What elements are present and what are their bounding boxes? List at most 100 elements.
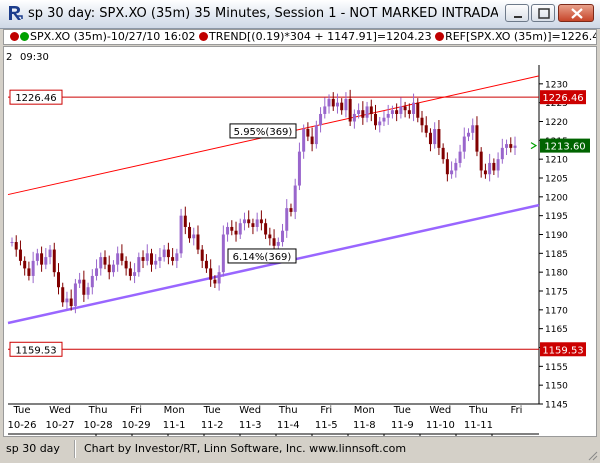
- price-bar: [179, 215, 183, 254]
- y-tick-label: 1170: [545, 306, 568, 316]
- price-bar: [90, 275, 94, 288]
- corner-label-left: 2: [6, 52, 12, 63]
- price-bar: [14, 242, 18, 250]
- price-bar: [492, 162, 496, 171]
- price-bar: [226, 226, 230, 235]
- price-bar: [276, 242, 280, 246]
- price-bar: [221, 234, 225, 273]
- price-bar: [500, 147, 504, 160]
- price-chart-canvas[interactable]: 1145115011551160116511701175118011851190…: [4, 47, 596, 436]
- price-bar: [306, 129, 310, 137]
- price-bar: [69, 298, 73, 307]
- reference-label: 1159.53: [15, 345, 56, 356]
- price-bar: [386, 113, 390, 118]
- price-bar: [403, 106, 407, 111]
- investor-rt-logo-icon: [9, 6, 23, 20]
- price-bar: [56, 272, 60, 288]
- price-bar: [462, 136, 466, 152]
- price-bar: [505, 144, 509, 148]
- price-bar: [293, 185, 297, 212]
- price-bar: [175, 253, 179, 261]
- price-bar: [133, 272, 137, 276]
- price-bar: [78, 279, 82, 284]
- price-bar: [365, 106, 369, 118]
- app-window: sp 30 day: SPX.XO (35m) 35 Minutes, Sess…: [0, 0, 600, 463]
- corner-label-time: 09:30: [20, 52, 49, 63]
- price-bar: [48, 249, 52, 258]
- price-bar: [289, 208, 293, 212]
- price-bar: [437, 129, 441, 148]
- resize-grip-icon[interactable]: [586, 449, 598, 461]
- price-bar: [323, 106, 327, 114]
- price-bar: [319, 113, 323, 126]
- price-bar: [496, 159, 500, 171]
- reference-axis-label: 1226.46: [542, 93, 583, 104]
- price-bar: [340, 102, 344, 111]
- price-bar: [73, 283, 77, 307]
- day-date-label: 11-3: [239, 420, 262, 431]
- price-bar: [10, 242, 14, 244]
- price-bar: [361, 110, 365, 118]
- minimize-button[interactable]: [505, 4, 529, 22]
- window-title: sp 30 day: SPX.XO (35m) 35 Minutes, Sess…: [28, 6, 498, 21]
- trend-percent-label-upper: 5.95%(369): [234, 127, 293, 138]
- red-dot-icon: [199, 32, 208, 41]
- y-tick-label: 1200: [545, 193, 568, 203]
- price-bar: [285, 208, 289, 231]
- price-bar: [475, 125, 479, 152]
- price-bar: [86, 287, 90, 295]
- price-bar: [217, 272, 221, 284]
- price-bar: [488, 162, 492, 175]
- price-bar: [483, 170, 487, 175]
- symbol-readout: SPX.XO (35m)-10/27/10 16:02: [30, 30, 196, 43]
- price-bar: [374, 113, 378, 126]
- price-bar: [272, 238, 276, 246]
- day-date-label: 11-4: [277, 420, 300, 431]
- price-bar: [238, 223, 242, 235]
- price-bar: [441, 147, 445, 160]
- price-bar: [44, 257, 48, 265]
- green-dot-icon: [20, 32, 29, 41]
- price-bar: [192, 234, 196, 239]
- y-tick-label: 1180: [545, 269, 568, 279]
- price-bar: [352, 113, 356, 122]
- day-date-label: 11-8: [353, 420, 376, 431]
- price-bar: [52, 249, 56, 273]
- y-tick-label: 1150: [545, 382, 568, 392]
- day-name-label: Fri: [510, 405, 522, 416]
- title-bar[interactable]: sp 30 day: SPX.XO (35m) 35 Minutes, Sess…: [0, 0, 600, 29]
- maximize-button[interactable]: [531, 4, 555, 22]
- price-bar: [35, 253, 39, 261]
- day-name-label: Tue: [393, 405, 411, 416]
- price-bar: [302, 129, 306, 152]
- price-bar: [137, 257, 141, 273]
- price-bar: [158, 257, 162, 261]
- price-bar: [390, 110, 394, 114]
- red-dot-icon: [435, 32, 445, 41]
- day-date-label: 10-28: [84, 420, 113, 431]
- price-bar: [188, 226, 192, 239]
- red-dot-icon: [10, 32, 19, 41]
- maximize-icon: [538, 8, 550, 19]
- price-bar: [255, 219, 259, 227]
- day-date-label: 11-11: [464, 420, 493, 431]
- price-bar: [450, 170, 454, 175]
- status-page-name: sp 30 day: [6, 442, 60, 455]
- indicator-info-bar: SPX.XO (35m)-10/27/10 16:02 TREND[(0.19)…: [3, 29, 597, 45]
- price-bar: [95, 268, 99, 276]
- y-tick-label: 1210: [545, 156, 568, 166]
- day-date-label: 11-10: [426, 420, 455, 431]
- price-bar: [204, 260, 208, 269]
- price-bar: [171, 257, 175, 261]
- price-bar: [40, 253, 44, 265]
- price-bar: [196, 234, 200, 250]
- price-bar: [395, 110, 399, 114]
- close-button[interactable]: [558, 4, 594, 22]
- y-tick-label: 1155: [545, 363, 568, 373]
- price-chart[interactable]: 1145115011551160116511701175118011851190…: [3, 46, 597, 437]
- day-date-label: 10-29: [122, 420, 151, 431]
- day-date-label: 10-27: [46, 420, 75, 431]
- reference-axis-label: 1159.53: [542, 345, 583, 356]
- y-tick-label: 1220: [545, 118, 568, 128]
- day-name-label: Tue: [12, 405, 30, 416]
